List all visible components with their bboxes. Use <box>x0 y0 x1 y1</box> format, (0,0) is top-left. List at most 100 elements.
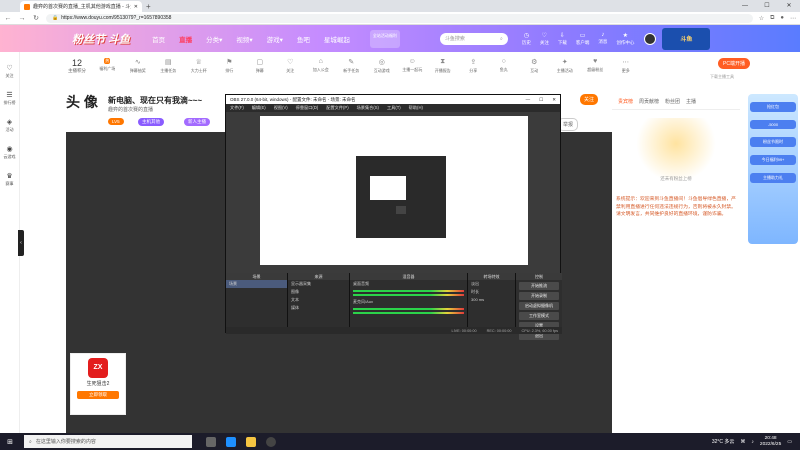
nav-starcity[interactable]: 星城崛起 <box>324 34 350 44</box>
sidebar-item-rank[interactable]: ☰ 排行榜 <box>0 91 19 106</box>
points-counter[interactable]: 12 主播积分 <box>62 58 92 74</box>
game-ad-popup[interactable]: ZX 生死狙击2 立即领取 <box>70 353 126 415</box>
toolbar-item[interactable]: ✦ 主播活动 <box>550 58 581 74</box>
reload-icon[interactable]: ↻ <box>32 14 40 22</box>
obs-menu-tools[interactable]: 工具(T) <box>387 105 401 111</box>
new-tab-button[interactable]: + <box>146 1 151 12</box>
follow-button[interactable]: ♡ 关注 <box>540 32 549 46</box>
obs-menu-scene-collection[interactable]: 场景集合(S) <box>357 105 379 111</box>
extensions-icon[interactable]: ⧉ <box>770 15 774 22</box>
nav-category[interactable]: 分类▾ <box>206 34 222 44</box>
obs-preview[interactable] <box>260 116 528 265</box>
start-recording-button[interactable]: 开始录制 <box>519 292 559 300</box>
clock[interactable]: 20:48 2022/6/25 <box>760 436 781 448</box>
source-item[interactable]: 文本 <box>288 296 349 304</box>
menu-icon[interactable]: ⋯ <box>790 15 796 22</box>
obs-icon[interactable] <box>266 436 276 447</box>
client-button[interactable]: ▭ 客户端 <box>576 32 590 46</box>
toolbar-item[interactable]: 热福利广场 <box>92 58 123 72</box>
star-icon[interactable]: ☆ <box>759 15 764 22</box>
report-button[interactable]: 举报 <box>558 118 579 131</box>
studio-mode-button[interactable]: 工作室模式 <box>519 312 559 320</box>
maximize-button[interactable]: ☐ <box>756 0 778 12</box>
obs-close-button[interactable]: ✕ <box>552 97 556 103</box>
streamer-avatar[interactable]: 头 像 <box>66 92 98 112</box>
source-item[interactable]: 显示器采集 <box>288 280 349 288</box>
nav-live[interactable]: 直播 <box>179 34 192 44</box>
search-input[interactable]: 斗鱼搜索 <box>445 35 465 42</box>
download-button[interactable]: ⇩ 下载 <box>558 32 567 46</box>
promo-badge[interactable]: 全站活动福利 <box>369 29 400 48</box>
start-streaming-button[interactable]: 开始推流 <box>519 282 559 290</box>
nav-home[interactable]: 首页 <box>152 34 165 44</box>
toolbar-item[interactable]: ⋯ 更多 <box>611 58 642 74</box>
newbie-pill[interactable]: 新人主播 <box>184 118 210 126</box>
right-promo-banner[interactable]: 抢红包 -5000 粉丝节限时 今日福利99+ 主播助力礼 <box>748 94 798 244</box>
toolbar-item[interactable]: ◎ 互动游戏 <box>367 58 398 74</box>
task-view-icon[interactable] <box>206 436 216 447</box>
toolbar-item[interactable]: ▤ 主播任务 <box>153 58 184 74</box>
follow-button[interactable]: 关注 <box>580 94 599 105</box>
search-icon[interactable]: ⌕ <box>500 36 503 42</box>
volume-slider[interactable] <box>353 294 464 296</box>
obs-maximize-button[interactable]: ☐ <box>539 97 543 103</box>
search-box[interactable]: 斗鱼搜索 ⌕ <box>439 32 508 45</box>
obs-menu-help[interactable]: 帮助(H) <box>409 105 423 111</box>
tab-weekly[interactable]: 周贡献榜 <box>639 98 659 105</box>
message-button[interactable]: ♪ 消息 <box>598 32 607 46</box>
toolbar-item[interactable]: ⇪ 分享 <box>458 58 489 74</box>
tab-vip[interactable]: 贵宾榜 <box>618 98 633 105</box>
toolbar-item[interactable]: ♥ 超级粉丝 <box>580 58 611 73</box>
obs-menu-edit[interactable]: 编辑(E) <box>252 105 266 111</box>
obs-window[interactable]: OBS 27.0.0 (64-bit, windows) - 配置文件: 未命名… <box>225 94 562 340</box>
obs-minimize-button[interactable]: — <box>526 97 531 103</box>
close-window-button[interactable]: ✕ <box>778 0 800 12</box>
history-button[interactable]: ◷ 历史 <box>522 32 531 46</box>
browser-tab[interactable]: 趣弈的首次赛的直播_主机其他游戏直播 - 斗鱼直播 ✕ <box>20 1 142 12</box>
taskbar-search[interactable]: ⌕ 在这里输入你要搜索的内容 <box>24 435 192 448</box>
nav-games[interactable]: 游戏▾ <box>267 34 283 44</box>
toolbar-item[interactable]: ∿ 弹幕抽奖 <box>123 58 154 74</box>
edge-icon[interactable] <box>226 436 236 447</box>
explorer-icon[interactable] <box>246 436 256 447</box>
volume-slider[interactable] <box>353 312 464 314</box>
creator-button[interactable]: ★ 创作中心 <box>616 32 634 46</box>
streamer-name[interactable]: 趣弈的首次赛的直播 <box>108 106 153 113</box>
header-banner[interactable]: 斗鱼 <box>662 27 711 50</box>
sidebar-item-follow[interactable]: ♡ 关注 <box>0 64 19 79</box>
back-icon[interactable]: ← <box>4 15 12 22</box>
toolbar-item[interactable]: ♡ 关注 <box>275 58 306 74</box>
sidebar-collapse-button[interactable]: ‹ <box>18 230 24 256</box>
volume-icon[interactable]: ♪ <box>751 439 754 445</box>
nav-video[interactable]: 视频▾ <box>236 34 252 44</box>
tab-anchor[interactable]: 主播 <box>686 98 696 105</box>
toolbar-item[interactable]: ▢ 弹幕 <box>245 58 276 74</box>
obs-menu-docks[interactable]: 停靠窗口(D) <box>296 105 319 111</box>
sidebar-item-cloudgame[interactable]: ◉ 云游戏 <box>0 145 19 160</box>
tab-fanclub[interactable]: 粉丝团 <box>665 98 680 105</box>
tab-close-icon[interactable]: ✕ <box>134 4 138 10</box>
obs-menu-file[interactable]: 文件(F) <box>230 105 244 111</box>
minimize-button[interactable]: — <box>734 0 756 12</box>
game-claim-button[interactable]: 立即领取 <box>77 391 119 399</box>
source-item[interactable]: 图像 <box>288 288 349 296</box>
windows-start-icon[interactable]: ⊞ <box>4 438 16 446</box>
pc-live-sub[interactable]: 下载主播工具 <box>710 74 734 80</box>
transition-select[interactable]: 淡出 <box>468 280 515 288</box>
toolbar-item[interactable]: ☺ 主播一起玩 <box>397 58 428 73</box>
toolbar-item[interactable]: ⚙ 互动 <box>519 58 550 74</box>
toolbar-item[interactable]: ⚑ 排行 <box>214 58 245 74</box>
scene-item[interactable]: 场景 <box>226 280 287 288</box>
url-field[interactable]: 🔒 https://www.douyu.com/9513079?_r=16578… <box>46 13 753 23</box>
forward-icon[interactable]: → <box>18 15 26 22</box>
taskbar-search-input[interactable]: 在这里输入你要搜索的内容 <box>36 438 96 445</box>
nav-yuba[interactable]: 鱼吧 <box>297 34 310 44</box>
profile-icon[interactable]: ● <box>780 15 784 22</box>
sidebar-item-events[interactable]: ◈ 活动 <box>0 118 19 133</box>
toolbar-item[interactable]: ⌂ 加入公会 <box>306 58 337 73</box>
virtual-camera-button[interactable]: 启动虚拟摄像机 <box>519 302 559 310</box>
duration-field[interactable]: 300 ms <box>468 296 515 303</box>
category-pill[interactable]: 主机其他 <box>138 118 164 126</box>
weather-text[interactable]: 32°C 多云 <box>712 438 735 445</box>
pc-live-button[interactable]: PC端开播 <box>718 58 750 69</box>
